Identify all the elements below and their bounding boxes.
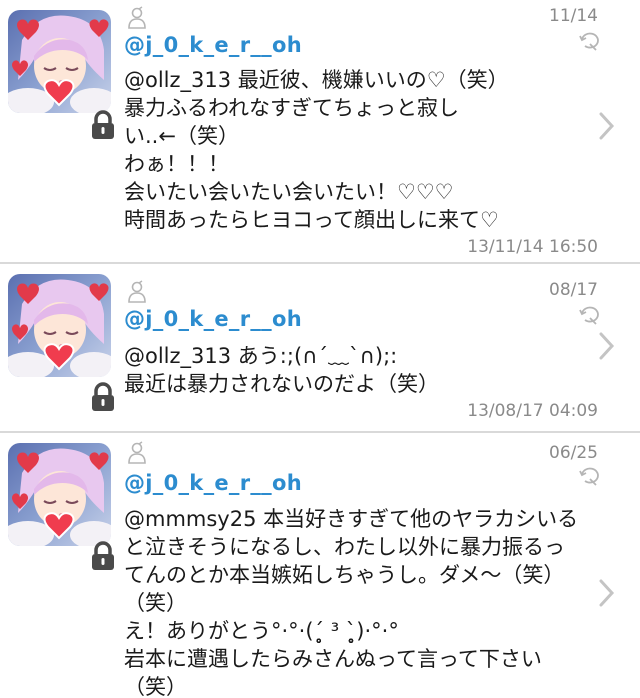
chevron-right-icon[interactable] xyxy=(598,110,616,142)
tweet-line: 時間あったらヒヨコって顔出しに来て♡ xyxy=(124,208,499,232)
tweet-date: 06/25 xyxy=(549,443,598,463)
tweet-date: 11/14 xyxy=(549,6,598,26)
tweet-date: 08/17 xyxy=(549,280,598,300)
user-icon xyxy=(126,280,148,304)
username[interactable]: @j_0_k_e_r__oh xyxy=(124,307,302,331)
username[interactable]: @j_0_k_e_r__oh xyxy=(124,471,302,495)
tweet-2[interactable]: @j_0_k_e_r__oh 08/17 @ollz_313 あう:;(∩´﹏`… xyxy=(0,264,640,431)
tweet-line: い..←（笑） xyxy=(124,124,239,148)
tweet-line: @ollz_313 あう:;(∩´﹏`∩);: xyxy=(124,344,398,368)
retweet-icon[interactable] xyxy=(578,304,602,326)
tweet-line: え！ありがとう°·°·(ˊ̥̥̥̥̥ ³ ˋ̥̥̥̥̥)·°·° xyxy=(124,619,399,643)
tweet-timestamp: 13/11/14 16:50 xyxy=(467,237,598,257)
tweet-line: わぁ！！！ xyxy=(124,152,229,176)
retweet-icon[interactable] xyxy=(578,30,602,52)
username[interactable]: @j_0_k_e_r__oh xyxy=(124,33,302,57)
user-icon xyxy=(126,441,148,465)
tweet-text: @ollz_313 最近彼、機嫌いいの♡（笑） 暴力ふるわれなすぎてちょっと寂し… xyxy=(124,66,594,234)
tweet-3[interactable]: @j_0_k_e_r__oh 06/25 @mmmsy25 本当好きすぎて他のヤ… xyxy=(0,433,640,698)
lock-icon xyxy=(90,110,116,140)
chevron-right-icon[interactable] xyxy=(598,577,616,609)
tweet-line: （笑） xyxy=(124,675,187,698)
tweet-text: @mmmsy25 本当好きすぎて他のヤラカシいる と泣きそうになるし、わたし以外… xyxy=(124,505,594,698)
avatar[interactable] xyxy=(8,10,111,113)
tweet-1[interactable]: @j_0_k_e_r__oh 11/14 @ollz_313 最近彼、機嫌いいの… xyxy=(0,0,640,262)
tweet-line: てんのとか本当嫉妬しちゃうし。ダメ〜（笑） xyxy=(124,563,565,587)
user-icon xyxy=(126,6,148,30)
tweet-text: @ollz_313 あう:;(∩´﹏`∩);: 最近は暴力されないのだよ（笑） xyxy=(124,342,594,398)
tweet-line: 会いたい会いたい会いたい！♡♡♡ xyxy=(124,180,454,204)
tweet-line: （笑） xyxy=(124,591,187,615)
tweet-line: 最近は暴力されないのだよ（笑） xyxy=(124,372,439,396)
tweet-line: 岩本に遭遇したらみさんぬって言って下さい xyxy=(124,647,542,671)
tweet-line: と泣きそうになるし、わたし以外に暴力振るっ xyxy=(124,535,565,559)
tweet-timestamp: 13/08/17 04:09 xyxy=(467,401,598,421)
chevron-right-icon[interactable] xyxy=(598,330,616,362)
tweet-line: @ollz_313 最近彼、機嫌いいの♡（笑） xyxy=(124,68,509,92)
retweet-icon[interactable] xyxy=(578,465,602,487)
lock-icon xyxy=(90,382,116,412)
lock-icon xyxy=(90,541,116,571)
tweet-line: 暴力ふるわれなすぎてちょっと寂し xyxy=(124,96,459,120)
tweet-line: @mmmsy25 本当好きすぎて他のヤラカシいる xyxy=(124,507,579,531)
avatar[interactable] xyxy=(8,274,111,377)
avatar[interactable] xyxy=(8,443,111,546)
